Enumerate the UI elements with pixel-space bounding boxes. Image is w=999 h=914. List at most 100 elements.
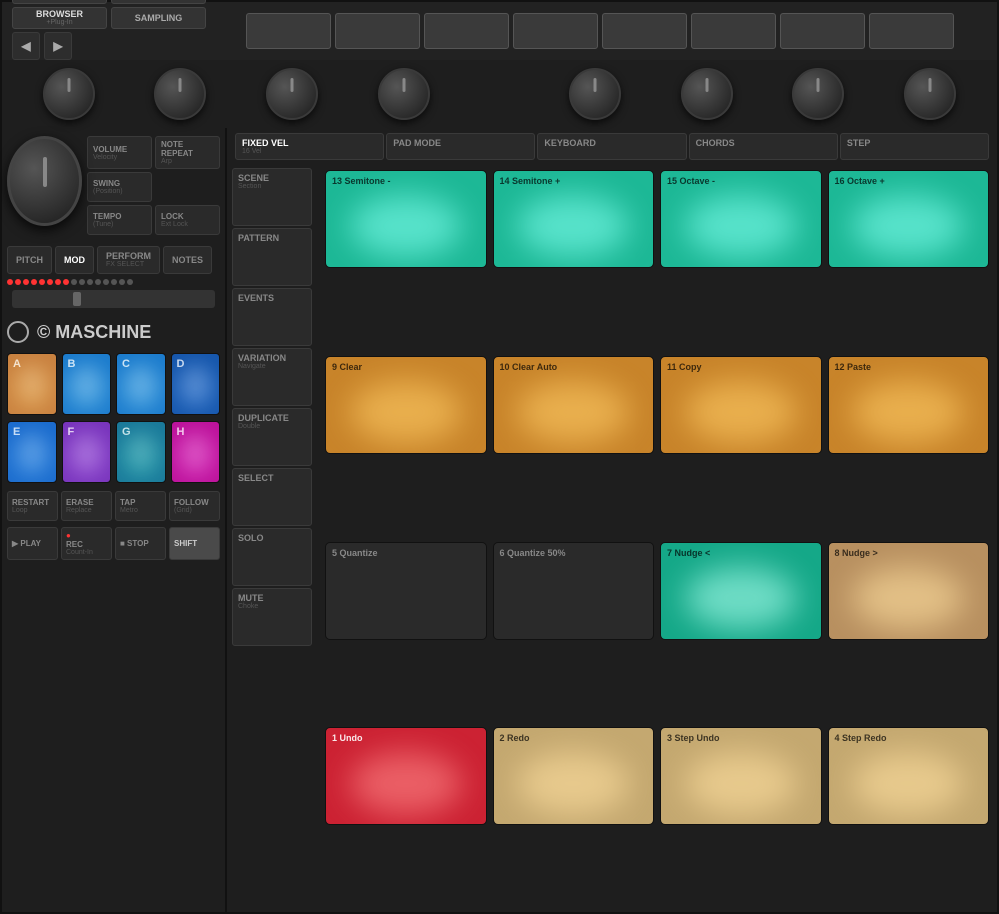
rec-button[interactable]: ● REC Count-In [61,527,112,560]
notes-button[interactable]: NOTES [163,246,212,274]
chords-button[interactable]: CHORDS [689,133,838,160]
group-pad-h[interactable]: H [171,421,221,483]
mixer-button[interactable]: MIXER [111,0,206,4]
volume-button[interactable]: VOLUME Velocity [87,136,152,169]
led-2 [15,279,21,285]
group-pad-c[interactable]: C [116,353,166,415]
group-pads-bottom: E F G H [2,418,225,488]
scene-button[interactable]: SCENE Section [232,168,312,226]
arranger-button[interactable]: ARRANGER [12,0,107,4]
pattern-button[interactable]: PATTERN [232,228,312,286]
group-pad-f[interactable]: F [62,421,112,483]
knob-4[interactable] [378,68,430,120]
screen-top-nav [236,10,987,52]
note-repeat-button[interactable]: NOTE REPEAT Arp [155,136,220,169]
group-pad-e[interactable]: E [7,421,57,483]
perform-button[interactable]: PERFORM FX Select [97,246,160,274]
knob-5[interactable] [569,68,621,120]
knob-1[interactable] [43,68,95,120]
follow-button[interactable]: FOLLOW (Grid) [169,491,220,521]
swing-button[interactable]: SWING (Position) [87,172,152,202]
tap-button[interactable]: TAP Metro [115,491,166,521]
solo-button[interactable]: SOLO [232,528,312,586]
top-pad-6[interactable] [691,13,776,49]
led-10 [79,279,85,285]
group-pad-b[interactable]: B [62,353,112,415]
pad-3[interactable]: 3 Step Undo [660,727,822,825]
shift-button[interactable]: SHIFT [169,527,220,560]
main-encoder[interactable] [7,136,82,226]
pad-13[interactable]: 13 Semitone - [325,170,487,268]
knob-3[interactable] [266,68,318,120]
transport-row-2: ▶ PLAY ● REC Count-In ■ STOP SHIFT [2,524,225,563]
pmn-row: PITCH MOD PERFORM FX Select NOTES [2,243,225,277]
fixed-vel-button[interactable]: FIXED VEL 16 Vel [235,133,384,160]
pad-7[interactable]: 7 Nudge < [660,542,822,640]
top-pad-2[interactable] [335,13,420,49]
sampling-button[interactable]: SAMPLING [111,7,206,29]
pitch-button[interactable]: PITCH [7,246,52,274]
led-9 [71,279,77,285]
keyboard-button[interactable]: KEYBOARD [537,133,686,160]
mute-button[interactable]: MUTE Choke [232,588,312,646]
led-12 [95,279,101,285]
mode-buttons-row: FIXED VEL 16 Vel PAD MODE KEYBOARD CHORD… [227,128,997,165]
restart-button[interactable]: RESTART Loop [7,491,58,521]
pad-16[interactable]: 16 Octave + [828,170,990,268]
select-button[interactable]: SELECT [232,468,312,526]
play-button[interactable]: ▶ PLAY [7,527,58,560]
step-button[interactable]: STEP [840,133,989,160]
knob-8[interactable] [904,68,956,120]
knob-7[interactable] [792,68,844,120]
led-8 [63,279,69,285]
led-3 [23,279,29,285]
led-13 [103,279,109,285]
erase-button[interactable]: ERASE Replace [61,491,112,521]
led-11 [87,279,93,285]
group-pad-g[interactable]: G [116,421,166,483]
maschine-logo: © MASCHINE [2,311,225,348]
pad-9[interactable]: 9 Clear [325,356,487,454]
pad-5[interactable]: 5 Quantize [325,542,487,640]
pad-10[interactable]: 10 Clear Auto [493,356,655,454]
pad-8[interactable]: 8 Nudge > [828,542,990,640]
nav-right-button[interactable]: ▶ [44,32,72,60]
group-pad-d[interactable]: D [171,353,221,415]
top-pad-3[interactable] [424,13,509,49]
pad-12[interactable]: 12 Paste [828,356,990,454]
pad-14[interactable]: 14 Semitone + [493,170,655,268]
tempo-button[interactable]: TEMPO (Tune) [87,205,152,235]
browser-button[interactable]: BROWSER +Plug-In [12,7,107,29]
top-pad-5[interactable] [602,13,687,49]
knob-2[interactable] [154,68,206,120]
lock-button[interactable]: LOCK Ext Lock [155,205,220,235]
pad-11[interactable]: 11 Copy [660,356,822,454]
top-strip: CHANNEL MIDI PLUG-IN Instance ARRANGER M… [2,2,997,60]
transport-row-1: RESTART Loop ERASE Replace TAP Metro FOL… [2,488,225,524]
led-14 [111,279,117,285]
logo-circle-icon [7,321,29,343]
pad-4[interactable]: 4 Step Redo [828,727,990,825]
variation-button[interactable]: VARIATION Navigate [232,348,312,406]
pad-15[interactable]: 15 Octave - [660,170,822,268]
duplicate-button[interactable]: DUPLICATE Double [232,408,312,466]
knob-6[interactable] [681,68,733,120]
main-pad-grid: 13 Semitone - 14 Semitone + 15 Octave - … [317,165,997,912]
top-pad-1[interactable] [246,13,331,49]
group-pad-a[interactable]: A [7,353,57,415]
pad-2[interactable]: 2 Redo [493,727,655,825]
fader-thumb[interactable] [73,292,81,306]
nav-left-button[interactable]: ◀ [12,32,40,60]
top-pad-7[interactable] [780,13,865,49]
stop-button[interactable]: ■ STOP [115,527,166,560]
led-5 [39,279,45,285]
fader-track[interactable] [12,290,215,308]
right-panel: FIXED VEL 16 Vel PAD MODE KEYBOARD CHORD… [227,128,997,912]
top-pad-8[interactable] [869,13,954,49]
events-button[interactable]: EVENTS [232,288,312,346]
pad-1[interactable]: 1 Undo [325,727,487,825]
pad-mode-button[interactable]: PAD MODE [386,133,535,160]
top-pad-4[interactable] [513,13,598,49]
pad-6[interactable]: 6 Quantize 50% [493,542,655,640]
mod-button[interactable]: MOD [55,246,94,274]
